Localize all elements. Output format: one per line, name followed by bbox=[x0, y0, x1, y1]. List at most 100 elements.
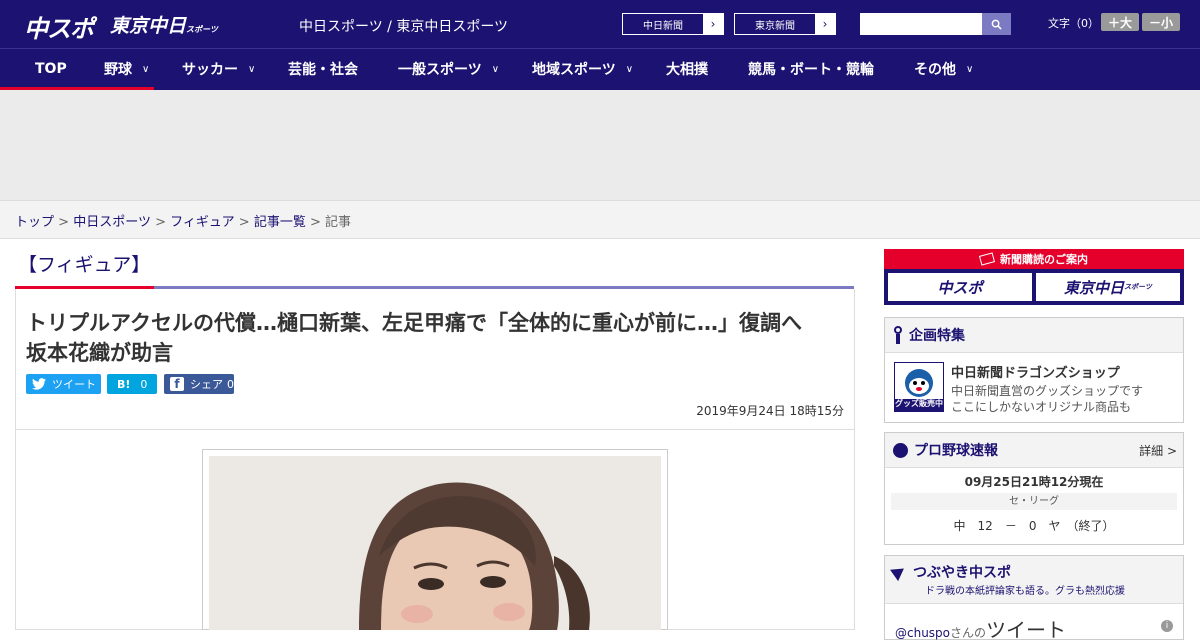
tweets-subtitle: ドラ戦の本紙評論家も語る。グラも熱烈応援 bbox=[925, 586, 1125, 597]
search-button[interactable] bbox=[982, 13, 1011, 35]
share-count: 0 bbox=[227, 377, 234, 391]
subscription-title: 新聞購読のご案内 bbox=[884, 249, 1184, 269]
font-size-label: 文字（0） bbox=[1048, 17, 1099, 30]
nav-label: 芸能・社会 bbox=[288, 62, 358, 78]
tokyo-chunichi-logo-text: 東京中日 bbox=[110, 15, 187, 37]
tokyo-chunichi-logo[interactable]: 東京中日スポーツ bbox=[110, 11, 218, 38]
tokyo-shimbun-link[interactable]: 東京新聞 › bbox=[734, 13, 836, 35]
baseball-title: プロ野球速報 詳細 > bbox=[885, 433, 1183, 468]
baseball-icon bbox=[893, 442, 908, 458]
font-smaller-button[interactable]: －小 bbox=[1142, 13, 1180, 31]
breadcrumb-separator: > bbox=[309, 215, 321, 230]
newspaper-icon bbox=[978, 252, 996, 266]
nav-item-sumo[interactable]: 大相撲 bbox=[666, 48, 708, 90]
tweets-box: つぶやき中スポ ドラ戦の本紙評論家も語る。グラも熱烈応援 @chuspoさんのツ… bbox=[884, 555, 1184, 643]
site-tagline: 中日スポーツ / 東京中日スポーツ bbox=[299, 19, 509, 35]
search-icon bbox=[991, 19, 1002, 30]
baseball-box: プロ野球速報 詳細 > 09月25日21時12分現在 セ・リーグ 中 12 － … bbox=[884, 432, 1184, 545]
hatena-icon: B! bbox=[117, 377, 131, 391]
breadcrumb: トップ > 中日スポーツ > フィギュア > 記事一覧 > 記事 bbox=[0, 200, 1200, 239]
chevron-down-icon: ∨ bbox=[625, 63, 634, 75]
tweets-title: つぶやき中スポ ドラ戦の本紙評論家も語る。グラも熱烈応援 bbox=[885, 556, 1183, 604]
tokyo-chunichi-logo-small: スポーツ bbox=[186, 25, 218, 34]
breadcrumb-separator: > bbox=[155, 215, 166, 230]
chunichi-shimbun-link[interactable]: 中日新聞 › bbox=[622, 13, 724, 35]
nav-label: TOP bbox=[35, 61, 67, 77]
shop-image-badge: グッズ販売中 bbox=[895, 399, 943, 408]
breadcrumb-current: 記事 bbox=[325, 215, 352, 230]
nav-label: 競馬・ボート・競輪 bbox=[748, 62, 874, 78]
chevron-down-icon: ∨ bbox=[142, 63, 150, 75]
chevron-down-icon: ∨ bbox=[491, 63, 500, 75]
search-input[interactable] bbox=[860, 13, 982, 35]
subscribe-tokyo-chunichi-button[interactable]: 東京中日 スポーツ bbox=[1036, 273, 1180, 301]
chuspo-logo[interactable]: 中スポ bbox=[24, 9, 94, 44]
article-category: 【フィギュア】 bbox=[18, 254, 151, 276]
megaphone-icon bbox=[890, 562, 908, 582]
baseball-detail-link[interactable]: 詳細 > bbox=[1139, 442, 1177, 459]
dragons-shop-image[interactable]: グッズ販売中 bbox=[894, 362, 944, 412]
league-label: セ・リーグ bbox=[891, 493, 1177, 510]
subscription-title-text: 新聞購読のご案内 bbox=[1000, 253, 1088, 266]
breadcrumb-separator: > bbox=[58, 215, 70, 230]
font-larger-button[interactable]: ＋大 bbox=[1101, 13, 1139, 31]
article-headline: トリプルアクセルの代償…樋口新葉、左足甲痛で「全体的に重心が前に…」復調へ 坂本… bbox=[26, 308, 856, 368]
feature-item-desc-2: ここにしかないオリジナル商品も bbox=[951, 400, 1132, 414]
tweet-heading: ツイート bbox=[986, 618, 1067, 642]
breadcrumb-separator: > bbox=[238, 215, 250, 230]
breadcrumb-article-list[interactable]: 記事一覧 bbox=[254, 215, 306, 230]
facebook-share-button[interactable]: f シェア 0 bbox=[164, 374, 234, 394]
nav-item-racing[interactable]: 競馬・ボート・競輪 bbox=[748, 48, 874, 90]
article-photo[interactable] bbox=[209, 456, 661, 630]
article-date: 2019年9月24日 18時15分 bbox=[696, 404, 844, 418]
breadcrumb-chunichi-sports[interactable]: 中日スポーツ bbox=[73, 215, 151, 230]
tweet-label: ツイート bbox=[52, 378, 96, 391]
nav-label: サッカー bbox=[182, 62, 238, 78]
breadcrumb-top[interactable]: トップ bbox=[15, 215, 54, 230]
nav-item-baseball[interactable]: 野球 ∨ bbox=[104, 48, 149, 90]
tokyo-shimbun-label: 東京新聞 bbox=[755, 20, 795, 32]
feature-item-desc-1: 中日新聞直営のグッズショップです bbox=[951, 384, 1144, 398]
nav-label: 一般スポーツ bbox=[398, 62, 482, 78]
headline-line-2: 坂本花織が助言 bbox=[26, 341, 173, 365]
subscribe-chuspo-button[interactable]: 中スポ bbox=[888, 273, 1032, 301]
breadcrumb-figure[interactable]: フィギュア bbox=[170, 215, 234, 230]
feature-box: 企画特集 グッズ販売中 中日新聞ドラゴンズショップ 中日新聞直営のグッズショップ… bbox=[884, 317, 1184, 423]
hatena-bookmark-button[interactable]: B! 0 bbox=[107, 374, 157, 394]
nav-item-entertainment[interactable]: 芸能・社会 bbox=[288, 48, 358, 90]
share-label: シェア bbox=[190, 378, 223, 391]
feature-title: 企画特集 bbox=[885, 318, 1183, 353]
article-divider bbox=[15, 429, 855, 430]
chevron-right-icon: › bbox=[703, 14, 723, 34]
feature-title-text: 企画特集 bbox=[909, 328, 965, 344]
info-icon[interactable]: i bbox=[1161, 620, 1173, 632]
nav-label: その他 bbox=[914, 62, 956, 78]
twitter-icon bbox=[32, 378, 46, 390]
tweet-button[interactable]: ツイート bbox=[26, 374, 101, 394]
chevron-right-icon: › bbox=[815, 14, 835, 34]
portrait-image bbox=[209, 456, 661, 630]
ribbon-icon bbox=[893, 326, 903, 344]
tweets-title-text: つぶやき中スポ bbox=[913, 565, 1011, 581]
subscribe-tokyo-chunichi-small: スポーツ bbox=[1124, 283, 1152, 291]
tweet-handle[interactable]: @chuspo bbox=[895, 626, 950, 640]
nav-item-top[interactable]: TOP bbox=[35, 48, 67, 90]
feature-item-title[interactable]: 中日新聞ドラゴンズショップ bbox=[951, 362, 1120, 381]
nav-item-general-sports[interactable]: 一般スポーツ ∨ bbox=[398, 48, 499, 90]
tweet-handle-suffix: さんの bbox=[950, 626, 987, 640]
chevron-down-icon: ∨ bbox=[248, 63, 256, 75]
headline-line-1: トリプルアクセルの代償…樋口新葉、左足甲痛で「全体的に重心が前に…」復調へ bbox=[26, 311, 802, 335]
nav-item-soccer[interactable]: サッカー ∨ bbox=[182, 48, 255, 90]
subscribe-tokyo-chunichi-label: 東京中日 bbox=[1064, 278, 1125, 297]
chunichi-shimbun-label: 中日新聞 bbox=[643, 20, 683, 32]
nav-item-other[interactable]: その他 ∨ bbox=[914, 48, 973, 90]
nav-item-regional-sports[interactable]: 地域スポーツ ∨ bbox=[532, 48, 633, 90]
baseball-title-text: プロ野球速報 bbox=[914, 443, 998, 459]
hatena-count: 0 bbox=[140, 377, 148, 391]
nav-label: 野球 bbox=[104, 62, 132, 78]
chevron-down-icon: ∨ bbox=[966, 63, 974, 75]
tweet-handle-row: @chuspoさんのツイート bbox=[895, 614, 1066, 643]
nav-label: 地域スポーツ bbox=[532, 62, 616, 78]
score-line[interactable]: 中 12 － 0 ヤ （終了） bbox=[885, 517, 1183, 534]
baseball-updated: 09月25日21時12分現在 bbox=[964, 475, 1104, 489]
